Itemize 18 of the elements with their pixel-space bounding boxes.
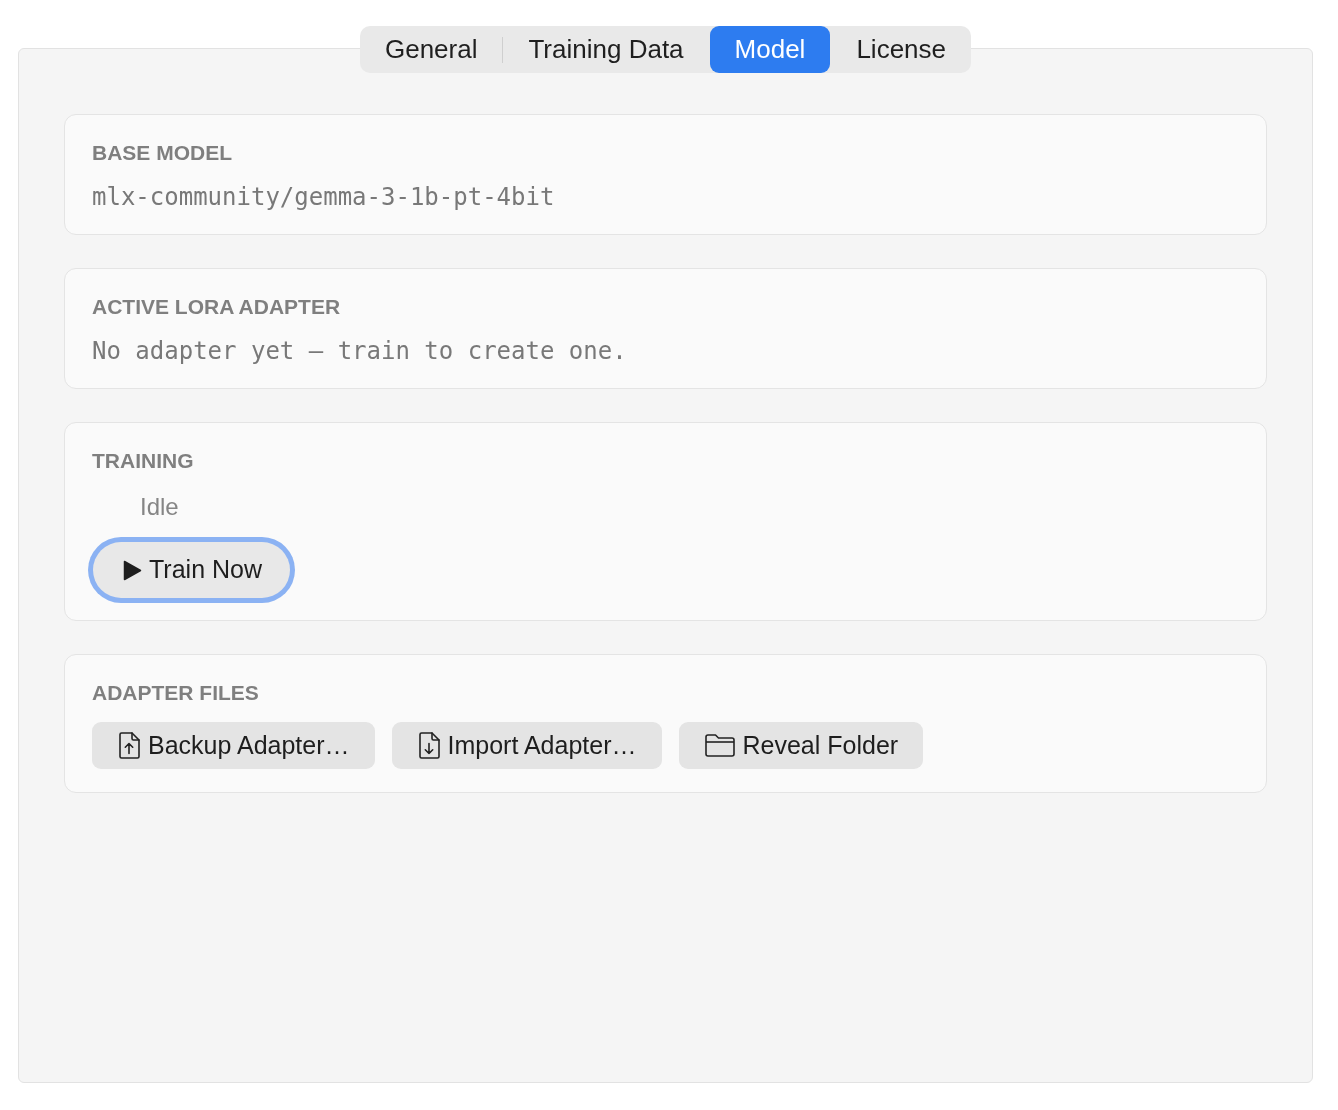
section-title: BASE MODEL [92, 141, 232, 165]
section-title: ADAPTER FILES [92, 681, 259, 705]
import-adapter-button[interactable]: Import Adapter… [391, 722, 662, 769]
tab[interactable]: License [831, 26, 972, 73]
section-title: ACTIVE LORA ADAPTER [92, 295, 341, 319]
folder-icon [704, 734, 735, 757]
training-status: Idle [140, 493, 179, 521]
reveal-folder-button[interactable]: Reveal Folder [678, 722, 924, 769]
tab[interactable]: Training Data [503, 26, 709, 73]
section-value: mlx-community/gemma-3-1b-pt-4bit [92, 184, 555, 210]
document-download-icon [417, 732, 440, 759]
tab[interactable]: General [359, 26, 503, 73]
play-icon [123, 559, 142, 581]
tab[interactable]: Model [709, 26, 831, 73]
document-upload-icon [118, 732, 140, 759]
backup-adapter-button[interactable]: Backup Adapter… [92, 722, 375, 769]
section-value: No adapter yet — train to create one. [92, 338, 627, 364]
section-title: TRAINING [92, 449, 194, 473]
